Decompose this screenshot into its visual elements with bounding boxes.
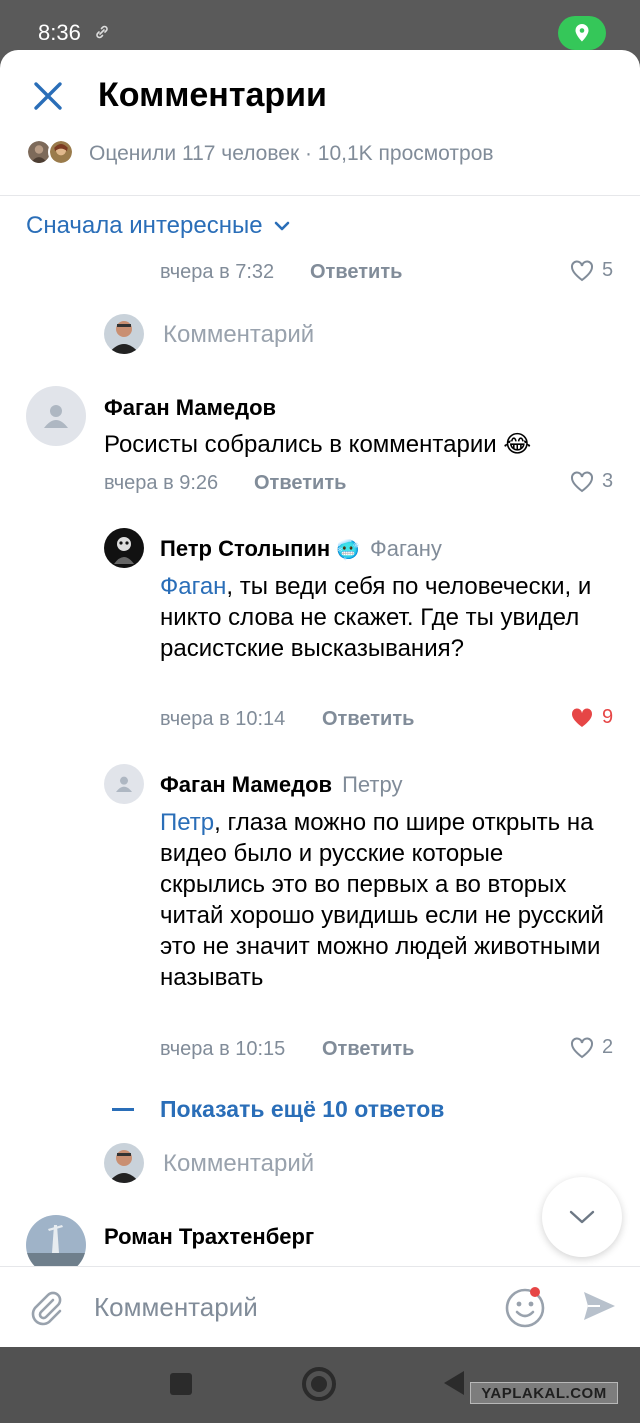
- avatar[interactable]: [104, 528, 144, 568]
- comment-author[interactable]: Фаган Мамедов Петру: [160, 772, 402, 798]
- link-icon: [96, 25, 108, 39]
- comment-time: вчера в 10:14: [160, 708, 286, 730]
- comment-text: Петр, глаза можно по шире открыть на вид…: [160, 809, 604, 991]
- comments-sheet: Комментарии Оценили 117 человек · 10,1K …: [0, 50, 640, 1347]
- comment-author[interactable]: Фаган Мамедов: [104, 395, 276, 421]
- avatar[interactable]: [104, 764, 144, 804]
- comment-author[interactable]: Петр Столыпин 🥶 Фагану: [160, 536, 442, 562]
- reply-button[interactable]: Ответить: [322, 708, 414, 731]
- notification-dot: [530, 1287, 540, 1297]
- system-nav-bar: YAPLAKAL.COM: [0, 1347, 640, 1423]
- comment-time: вчера в 9:26: [104, 472, 219, 494]
- reply-button[interactable]: Ответить: [254, 472, 346, 495]
- recents-icon[interactable]: [170, 1373, 192, 1395]
- comment-input[interactable]: Комментарий: [94, 1292, 258, 1323]
- mention-link[interactable]: Петр: [160, 809, 214, 836]
- close-icon[interactable]: [28, 76, 68, 116]
- show-more-replies-button[interactable]: Показать ещё 10 ответов: [112, 1096, 444, 1123]
- avatar[interactable]: [26, 386, 86, 446]
- like-button[interactable]: 9: [570, 706, 613, 729]
- page-title: Комментарии: [98, 76, 327, 114]
- heart-outline-icon: [571, 470, 593, 492]
- heart-filled-icon: [571, 707, 593, 727]
- reply-to: Фагану: [370, 536, 442, 561]
- heart-outline-icon: [571, 259, 593, 281]
- chevron-down-icon: [569, 1210, 595, 1224]
- home-icon[interactable]: [302, 1367, 336, 1401]
- comment-author[interactable]: Роман Трахтенберг: [104, 1224, 314, 1250]
- sort-selector[interactable]: Сначала интересные: [26, 212, 291, 240]
- dash-icon: [112, 1108, 134, 1111]
- like-button[interactable]: 3: [570, 470, 613, 493]
- heart-outline-icon: [571, 1036, 593, 1058]
- sort-label: Сначала интересные: [26, 212, 263, 239]
- send-icon[interactable]: [580, 1287, 618, 1325]
- like-button[interactable]: 2: [570, 1036, 613, 1059]
- scroll-down-button[interactable]: [542, 1177, 622, 1257]
- comment-time: вчера в 7:32: [160, 261, 275, 283]
- my-avatar: [104, 314, 144, 354]
- like-count: 3: [602, 470, 614, 492]
- my-avatar: [104, 1143, 144, 1183]
- rating-summary[interactable]: Оценили 117 человек · 10,1K просмотров: [89, 142, 494, 166]
- location-pin-icon: [575, 24, 589, 42]
- status-time: 8:36: [38, 20, 81, 45]
- rated-avatars[interactable]: [26, 139, 78, 167]
- mention-link[interactable]: Фаган: [160, 573, 226, 600]
- back-icon[interactable]: [444, 1371, 464, 1395]
- comment-time: вчера в 10:15: [160, 1038, 286, 1060]
- comment-text: Фаган, ты веди себя по человечески, и ни…: [160, 573, 592, 662]
- show-more-label: Показать ещё 10 ответов: [160, 1096, 445, 1122]
- location-indicator: [558, 16, 606, 50]
- paperclip-icon[interactable]: [26, 1287, 66, 1327]
- like-count: 2: [602, 1036, 614, 1058]
- avatar: [48, 139, 74, 165]
- like-count: 5: [602, 259, 614, 281]
- like-count: 9: [602, 706, 614, 728]
- like-button[interactable]: 5: [570, 259, 613, 282]
- sheet-header: Комментарии Оценили 117 человек · 10,1K …: [0, 50, 640, 196]
- inline-comment-input[interactable]: Комментарий: [163, 321, 314, 349]
- reply-button[interactable]: Ответить: [310, 261, 402, 284]
- comment-text: Росисты собрались в комментарии 😂: [104, 431, 532, 458]
- chevron-down-icon: [274, 221, 289, 231]
- emoji-badge: 🥶: [336, 540, 361, 561]
- comment-composer: Комментарий: [0, 1266, 640, 1347]
- reply-to: Петру: [342, 772, 403, 797]
- user-placeholder-icon: [116, 776, 132, 792]
- watermark: YAPLAKAL.COM: [470, 1382, 618, 1404]
- user-placeholder-icon: [44, 405, 68, 428]
- inline-comment-input[interactable]: Комментарий: [163, 1150, 314, 1178]
- reply-button[interactable]: Ответить: [322, 1038, 414, 1061]
